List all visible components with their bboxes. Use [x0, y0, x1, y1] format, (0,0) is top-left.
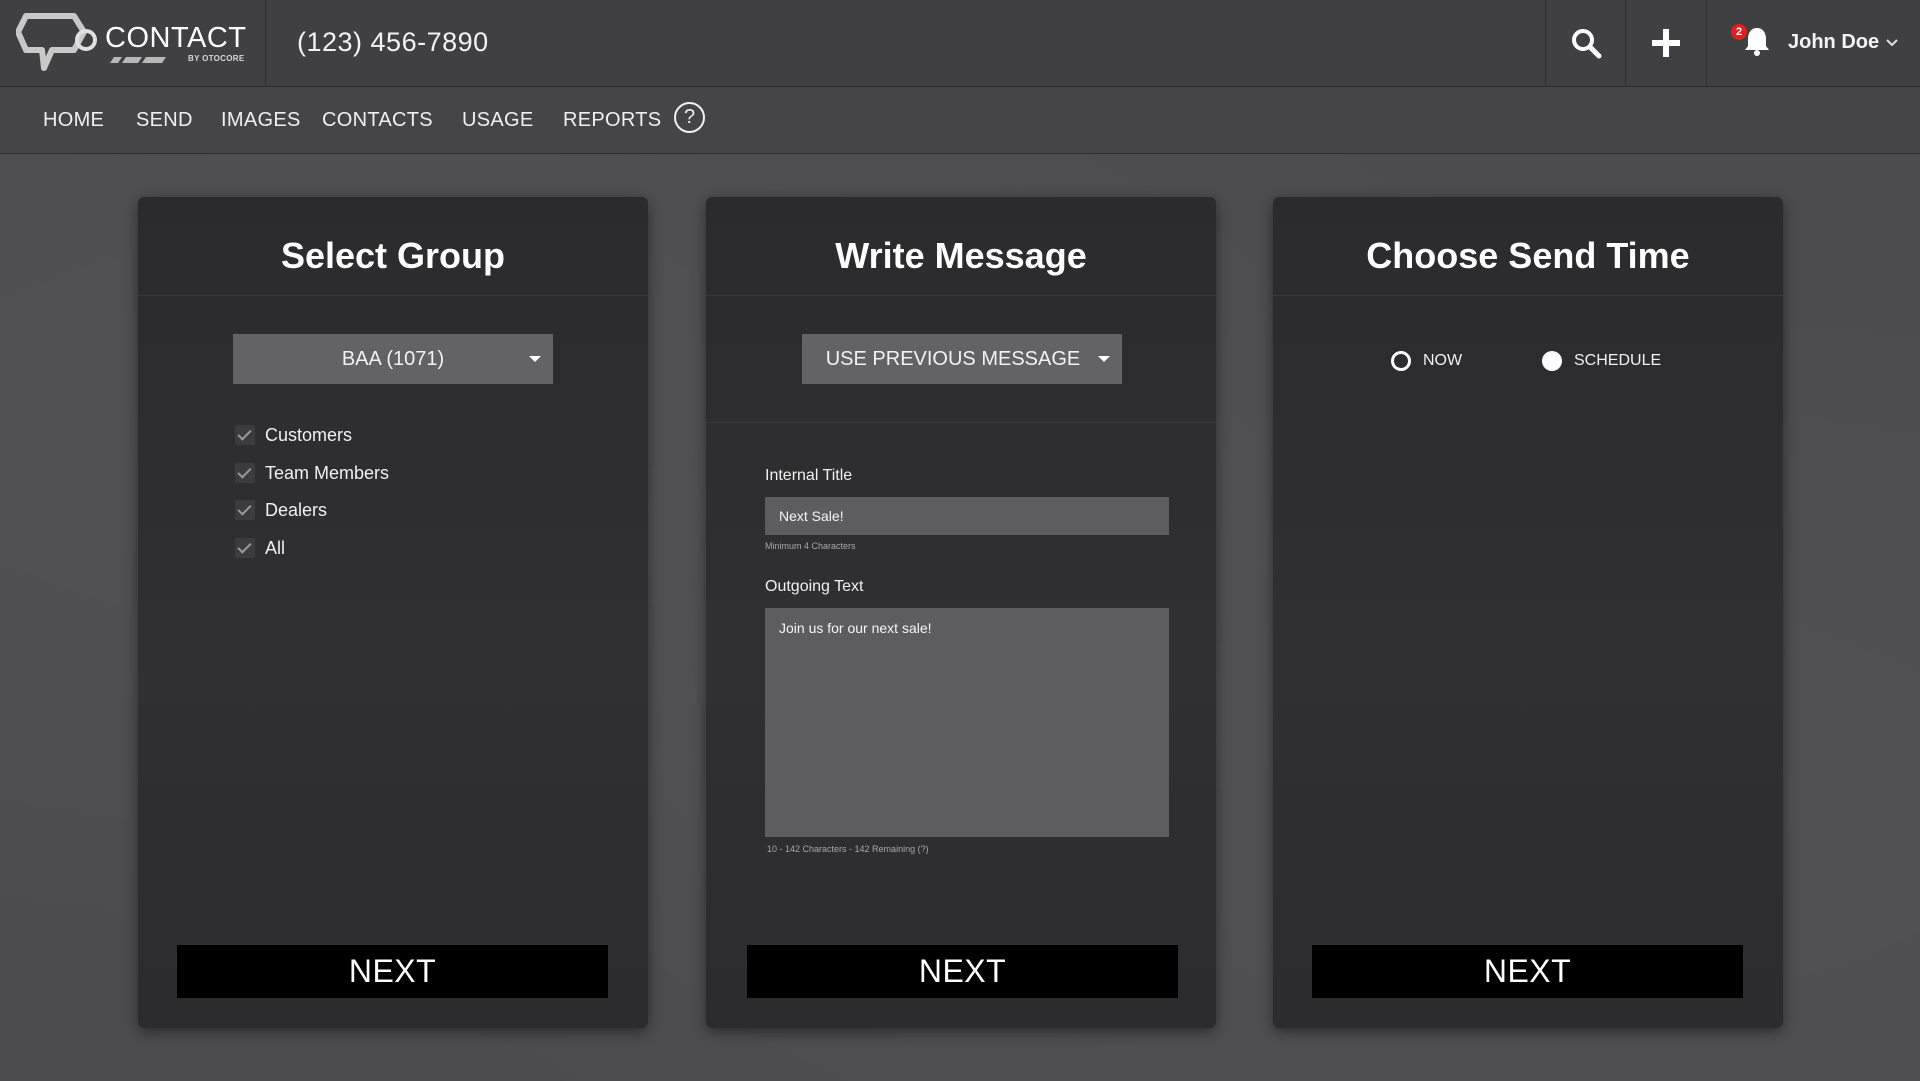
chevron-down-icon — [1886, 39, 1898, 47]
notification-badge: 2 — [1731, 24, 1747, 40]
next-button[interactable]: NEXT — [177, 945, 608, 998]
next-button[interactable]: NEXT — [1312, 945, 1743, 998]
outgoing-text-area[interactable]: Join us for our next sale! — [765, 608, 1169, 837]
user-name[interactable]: John Doe — [1788, 31, 1879, 54]
internal-title-label: Internal Title — [765, 467, 853, 484]
nav-images[interactable]: IMAGES — [221, 109, 301, 132]
write-message-card: Write Message USE PREVIOUS MESSAGE Inter… — [706, 197, 1216, 1028]
radio-button-checked[interactable] — [1542, 351, 1562, 371]
nav-usage[interactable]: USAGE — [462, 109, 534, 132]
nav-home[interactable]: HOME — [43, 109, 104, 132]
checkbox-label: Team Members — [265, 462, 390, 483]
logo-dashes — [110, 57, 166, 63]
search-button[interactable] — [1545, 0, 1626, 86]
top-bar: CONTACT BY OTOCORE (123) 456-7890 2 John… — [0, 0, 1920, 87]
internal-title-input[interactable]: Next Sale! — [765, 497, 1169, 535]
checkbox-dealers[interactable]: Dealers — [235, 498, 327, 522]
logo[interactable]: CONTACT BY OTOCORE — [0, 0, 266, 86]
card-header: Select Group — [138, 197, 648, 296]
checkbox-icon[interactable] — [235, 463, 255, 483]
checkbox-team-members[interactable]: Team Members — [235, 461, 389, 485]
checkbox-label: All — [265, 537, 286, 558]
next-button[interactable]: NEXT — [747, 945, 1178, 998]
nav-send[interactable]: SEND — [136, 109, 193, 132]
user-menu[interactable]: 2 John Doe — [1706, 0, 1920, 86]
group-select-value: BAA (1071) — [341, 348, 445, 370]
previous-message-select[interactable]: USE PREVIOUS MESSAGE — [802, 334, 1122, 384]
checkbox-all[interactable]: All — [235, 536, 285, 560]
radio-button-unchecked[interactable] — [1391, 351, 1411, 371]
checkbox-icon[interactable] — [235, 500, 255, 520]
chat-bubble-logo-icon — [16, 13, 97, 71]
nav-contacts[interactable]: CONTACTS — [322, 109, 433, 132]
logo-subtext: BY OTOCORE — [188, 54, 245, 63]
group-select[interactable]: BAA (1071) — [233, 334, 553, 384]
outgoing-text-label: Outgoing Text — [765, 578, 864, 595]
checkbox-icon[interactable] — [235, 425, 255, 445]
phone-number: (123) 456-7890 — [297, 27, 489, 57]
card-title: Choose Send Time — [1366, 235, 1690, 276]
select-group-card: Select Group BAA (1071) Customers Team M… — [138, 197, 648, 1028]
card-title: Write Message — [835, 235, 1087, 276]
caret-down-icon — [529, 356, 541, 362]
checkbox-label: Dealers — [265, 499, 328, 520]
plus-icon — [1652, 29, 1680, 57]
card-header: Write Message — [706, 197, 1216, 296]
checkbox-icon[interactable] — [235, 538, 255, 558]
divider — [706, 422, 1216, 423]
send-time-card: Choose Send Time NOW SCHEDULE NEXT — [1273, 197, 1783, 1028]
radio-now[interactable]: NOW — [1391, 351, 1462, 371]
checkbox-label: Customers — [265, 424, 353, 445]
help-icon[interactable]: ? — [674, 102, 705, 133]
radio-label: SCHEDULE — [1574, 352, 1662, 369]
search-icon — [1572, 29, 1602, 59]
card-header: Choose Send Time — [1273, 197, 1783, 296]
card-title: Select Group — [280, 235, 506, 276]
outgoing-text-hint: 10 - 142 Characters - 142 Remaining (?) — [767, 844, 929, 854]
main-nav: HOME SEND IMAGES CONTACTS USAGE REPORTS … — [0, 87, 1920, 154]
radio-schedule[interactable]: SCHEDULE — [1542, 351, 1661, 371]
caret-down-icon — [1098, 356, 1110, 362]
checkbox-customers[interactable]: Customers — [235, 423, 352, 447]
radio-label: NOW — [1423, 352, 1463, 369]
logo-text: CONTACT — [105, 22, 247, 54]
add-button[interactable] — [1625, 0, 1706, 86]
internal-title-hint: Minimum 4 Characters — [765, 541, 856, 551]
previous-message-value: USE PREVIOUS MESSAGE — [825, 348, 1081, 370]
bell-icon[interactable] — [1743, 25, 1771, 57]
nav-reports[interactable]: REPORTS — [563, 109, 661, 132]
